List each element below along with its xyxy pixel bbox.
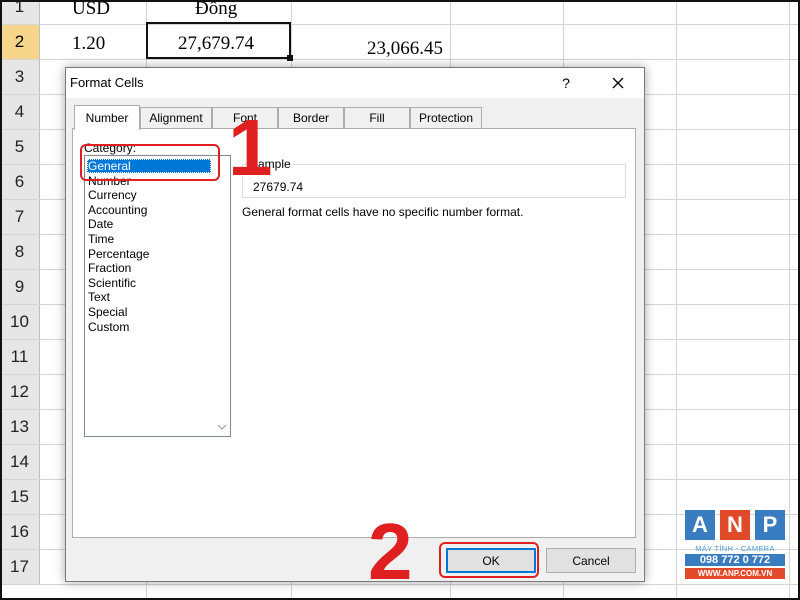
cell-b1[interactable]: Đồng <box>195 0 237 20</box>
category-listbox[interactable]: General Number Currency Accounting Date Time P… <box>84 155 231 437</box>
row-header[interactable]: 6 <box>0 165 40 199</box>
tab-protection[interactable]: Protection <box>410 107 482 128</box>
tab-label: Alignment <box>149 111 203 125</box>
row-header[interactable]: 11 <box>0 340 40 374</box>
category-item[interactable]: Percentage <box>87 247 211 261</box>
logo-letter: N <box>720 510 750 540</box>
logo-tagline: MÁY TÍNH - CAMERA <box>695 544 775 553</box>
category-item[interactable]: Scientific <box>87 276 211 290</box>
row-header[interactable]: 12 <box>0 375 40 409</box>
cell-b2-value: 27,679.74 <box>178 33 254 54</box>
row-header[interactable]: 9 <box>0 270 40 304</box>
category-label: Category: <box>84 141 137 155</box>
row-header[interactable]: 13 <box>0 410 40 444</box>
format-description: General format cells have no specific nu… <box>242 205 524 219</box>
row-header[interactable]: 15 <box>0 480 40 514</box>
category-item[interactable]: Special <box>87 305 211 319</box>
category-item[interactable]: Date <box>87 217 211 231</box>
tab-label: Number <box>85 111 129 125</box>
row-header[interactable]: 16 <box>0 515 40 549</box>
chevron-down-icon[interactable] <box>216 422 228 432</box>
tab-fill[interactable]: Fill <box>344 107 410 128</box>
cancel-button[interactable]: Cancel <box>546 548 636 573</box>
dialog-title: Format Cells <box>70 75 144 90</box>
ok-label: OK <box>482 553 500 568</box>
category-item[interactable]: Number <box>87 174 211 188</box>
row-header[interactable]: 8 <box>0 235 40 269</box>
row-header[interactable]: 2 <box>0 25 40 59</box>
dialog-titlebar[interactable]: Format Cells ? <box>66 68 644 98</box>
category-item[interactable]: Custom <box>87 320 211 334</box>
cell-c2[interactable]: 23,066.45 <box>367 38 443 60</box>
logo-phone: 098 772 0 772 <box>685 554 785 566</box>
format-cells-dialog: Format Cells ? Number Alignment Font Bor… <box>65 67 645 582</box>
logo-website: WWW.ANP.COM.VN <box>685 568 785 579</box>
logo-letter: A <box>685 510 715 540</box>
category-item[interactable]: Fraction <box>87 261 211 275</box>
cancel-label: Cancel <box>572 553 610 568</box>
row-header[interactable]: 1 <box>0 0 40 24</box>
row-header[interactable]: 14 <box>0 445 40 479</box>
category-item[interactable]: Currency <box>87 188 211 202</box>
ok-button[interactable]: OK <box>446 548 536 573</box>
category-item[interactable]: General <box>87 159 211 173</box>
fill-handle[interactable] <box>287 55 293 61</box>
cell-a2[interactable]: 1.20 <box>72 33 105 55</box>
category-item[interactable]: Time <box>87 232 211 246</box>
step-number-1: 1 <box>228 103 273 192</box>
cell-a1[interactable]: USD <box>72 0 110 20</box>
tab-number[interactable]: Number <box>74 105 140 130</box>
tab-label: Fill <box>369 111 385 125</box>
tab-label: Protection <box>418 111 474 125</box>
row-header[interactable]: 7 <box>0 200 40 234</box>
row-header[interactable]: 10 <box>0 305 40 339</box>
close-icon[interactable] <box>606 72 630 94</box>
category-item[interactable]: Text <box>87 290 211 304</box>
logo-letter: P <box>755 510 785 540</box>
sheet-row: 1 <box>0 0 800 25</box>
category-item[interactable]: Accounting <box>87 203 211 217</box>
step-number-2: 2 <box>368 507 413 596</box>
help-button[interactable]: ? <box>554 73 578 93</box>
category-scrollbar[interactable] <box>213 156 230 436</box>
row-header[interactable]: 4 <box>0 95 40 129</box>
tab-label: Border <box>292 111 330 125</box>
tab-border[interactable]: Border <box>278 107 344 128</box>
row-header[interactable]: 3 <box>0 60 40 94</box>
row-header[interactable]: 17 <box>0 550 40 584</box>
anp-logo: A N P MÁY TÍNH - CAMERA 098 772 0 772 WW… <box>685 510 785 590</box>
row-header[interactable]: 5 <box>0 130 40 164</box>
tab-alignment[interactable]: Alignment <box>140 107 212 128</box>
